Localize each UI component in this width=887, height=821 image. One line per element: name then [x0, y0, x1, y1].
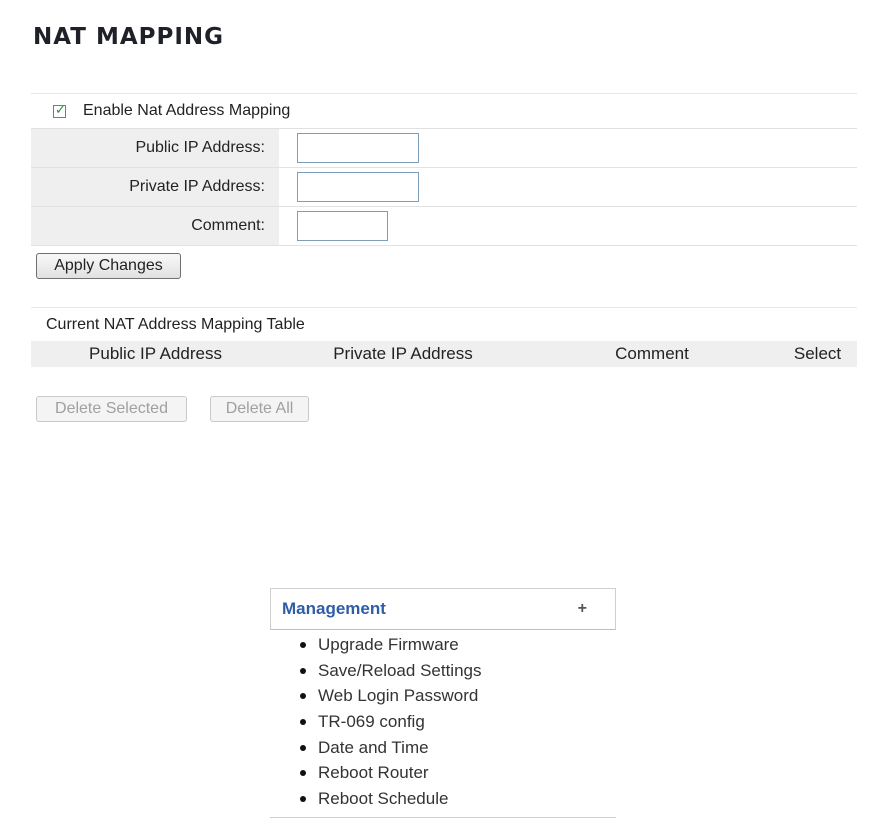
- bullet-icon: [300, 667, 306, 674]
- bullet-icon: [300, 795, 306, 802]
- private-ip-row: Private IP Address:: [31, 168, 857, 207]
- nat-mapping-table: Current NAT Address Mapping Table Public…: [31, 307, 857, 367]
- bullet-icon: [300, 641, 306, 648]
- plus-icon[interactable]: +: [578, 600, 587, 618]
- table-caption: Current NAT Address Mapping Table: [46, 315, 305, 333]
- enable-nat-label: Enable Nat Address Mapping: [83, 102, 291, 119]
- nat-mapping-page: NAT MAPPING ✓ Enable Nat Address Mapping…: [0, 0, 887, 821]
- private-ip-input[interactable]: [297, 172, 419, 202]
- menu-item-label: Reboot Schedule: [318, 788, 449, 808]
- apply-changes-button[interactable]: Apply Changes: [36, 253, 181, 279]
- enable-row: ✓ Enable Nat Address Mapping: [31, 94, 857, 129]
- menu-item-label: Date and Time: [318, 737, 429, 757]
- table-header-row: Public IP Address Private IP Address Com…: [31, 341, 857, 367]
- page-title: NAT MAPPING: [33, 24, 225, 50]
- public-ip-row: Public IP Address:: [31, 129, 857, 168]
- management-menu-list: Upgrade Firmware Save/Reload Settings We…: [300, 632, 482, 812]
- management-menu-header[interactable]: Management +: [270, 588, 616, 630]
- delete-selected-button[interactable]: Delete Selected: [36, 396, 187, 422]
- menu-item-upgrade-firmware[interactable]: Upgrade Firmware: [300, 632, 482, 658]
- menu-item-label: Reboot Router: [318, 763, 429, 783]
- comment-input[interactable]: [297, 211, 388, 241]
- menu-item-label: Save/Reload Settings: [318, 660, 482, 680]
- menu-item-save-reload-settings[interactable]: Save/Reload Settings: [300, 658, 482, 684]
- menu-item-date-and-time[interactable]: Date and Time: [300, 735, 482, 761]
- public-ip-input[interactable]: [297, 133, 419, 163]
- private-ip-cell: [279, 168, 857, 206]
- bullet-icon: [300, 770, 306, 777]
- enable-nat-checkbox[interactable]: ✓: [53, 101, 66, 118]
- column-header-comment: Comment: [615, 344, 689, 363]
- nat-mapping-form: ✓ Enable Nat Address Mapping Public IP A…: [31, 93, 857, 246]
- menu-item-reboot-router[interactable]: Reboot Router: [300, 760, 482, 786]
- column-header-select: Select: [793, 344, 842, 363]
- menu-item-reboot-schedule[interactable]: Reboot Schedule: [300, 786, 482, 812]
- menu-item-label: Upgrade Firmware: [318, 634, 459, 654]
- management-menu-title: Management: [282, 599, 386, 618]
- public-ip-label: Public IP Address:: [31, 129, 279, 167]
- comment-cell: [279, 207, 857, 245]
- bullet-icon: [300, 693, 306, 700]
- column-header-private-ip: Private IP Address: [333, 344, 473, 363]
- comment-row: Comment:: [31, 207, 857, 246]
- menu-item-label: TR-069 config: [318, 711, 425, 731]
- check-icon: ✓: [55, 101, 66, 117]
- comment-label: Comment:: [31, 207, 279, 245]
- menu-item-tr069-config[interactable]: TR-069 config: [300, 709, 482, 735]
- menu-item-web-login-password[interactable]: Web Login Password: [300, 683, 482, 709]
- bullet-icon: [300, 718, 306, 725]
- private-ip-label: Private IP Address:: [31, 168, 279, 206]
- bullet-icon: [300, 744, 306, 751]
- public-ip-cell: [279, 129, 857, 167]
- delete-all-button[interactable]: Delete All: [210, 396, 309, 422]
- column-header-public-ip: Public IP Address: [89, 344, 222, 363]
- menu-divider: [270, 817, 616, 818]
- menu-item-label: Web Login Password: [318, 686, 479, 706]
